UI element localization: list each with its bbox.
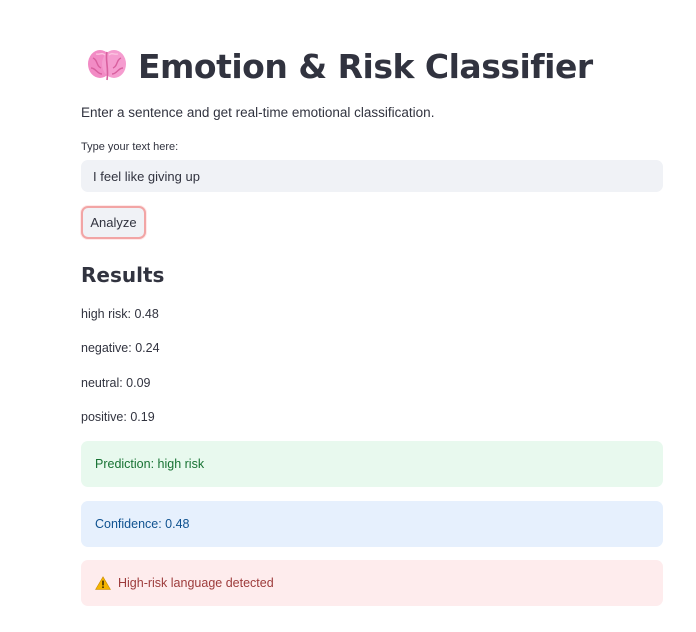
page-subtitle: Enter a sentence and get real-time emoti…: [81, 105, 435, 120]
score-high-risk: high risk: 0.48: [81, 307, 159, 321]
warning-text: High-risk language detected: [118, 576, 274, 590]
title-row: Emotion & Risk Classifier: [86, 46, 593, 86]
brain-icon: [88, 50, 126, 81]
prediction-alert: Prediction: high risk: [81, 441, 663, 487]
score-neutral: neutral: 0.09: [81, 376, 151, 390]
text-input-label: Type your text here:: [81, 141, 179, 153]
results-heading: Results: [81, 263, 165, 287]
analyze-button[interactable]: Analyze: [81, 206, 146, 239]
confidence-text: Confidence: 0.48: [95, 517, 190, 531]
text-input[interactable]: [81, 160, 663, 192]
prediction-text: Prediction: high risk: [95, 457, 205, 471]
score-positive: positive: 0.19: [81, 410, 155, 424]
score-negative: negative: 0.24: [81, 341, 160, 355]
page-title: Emotion & Risk Classifier: [138, 46, 593, 86]
warning-alert: High-risk language detected: [81, 560, 663, 606]
confidence-alert: Confidence: 0.48: [81, 501, 663, 547]
warning-icon: [95, 576, 111, 590]
